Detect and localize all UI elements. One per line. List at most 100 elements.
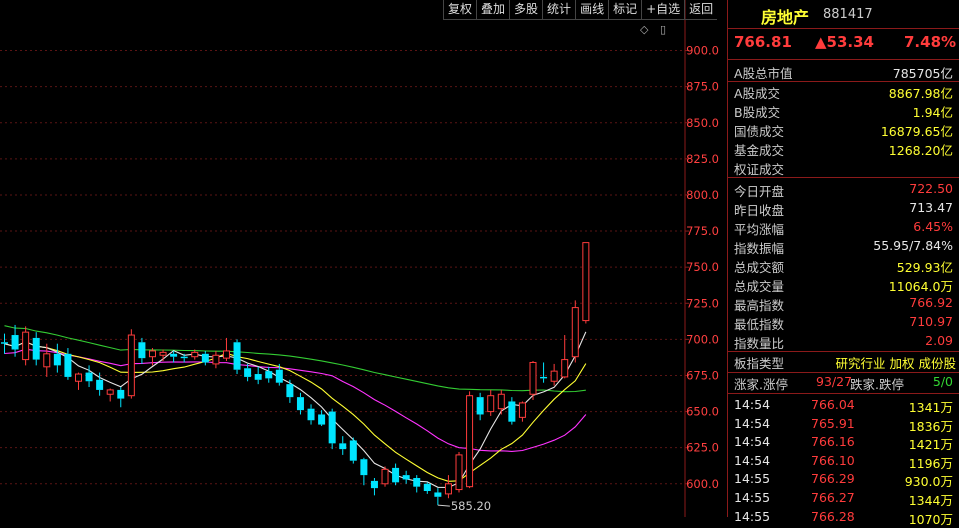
- decliners-label: 跌家.跌停: [850, 377, 904, 392]
- tick-volume: 1836万: [908, 418, 953, 434]
- candle: [296, 392, 304, 415]
- price-axis: 900.0 875.0 850.0 825.0 800.0 775.0 750.0 725.0…: [686, 44, 719, 491]
- stat-value: 722.50: [909, 181, 953, 196]
- candle: [233, 339, 241, 375]
- ma60-line: [4, 325, 586, 393]
- panel-toggle-icon[interactable]: ▯: [660, 23, 666, 36]
- tick-list: 14:54 766.04 1341万 14:54 765.91 1836万 14:54 7…: [728, 393, 959, 527]
- tick-row: 14:54 766.16 1421万: [728, 433, 959, 452]
- stat-value: 11064.0万: [888, 279, 953, 294]
- market-label: B股成交: [734, 105, 781, 120]
- statistics-button[interactable]: 统计: [542, 0, 576, 20]
- candle: [254, 366, 262, 385]
- market-row: 国债成交 16879.65亿: [728, 120, 959, 139]
- candle: [201, 350, 209, 366]
- tick-row: 14:54 766.10 1196万: [728, 452, 959, 471]
- candle: [370, 478, 378, 496]
- stock-header: 房地产 881417: [728, 0, 959, 28]
- candle: [318, 410, 326, 427]
- restore-rights-button[interactable]: 复权: [443, 0, 477, 20]
- candle: [413, 475, 421, 493]
- market-label: 权证成交: [734, 162, 785, 177]
- y-tick-label: 850.0: [686, 116, 719, 130]
- index-stats-section: 今日开盘 722.50 昨日收盘 713.47 平均涨幅 6.45% 指数振幅 55.9…: [728, 177, 959, 351]
- tick-time: 14:55: [734, 489, 771, 505]
- candle: [85, 365, 93, 388]
- candle: [392, 463, 400, 486]
- draw-line-button[interactable]: 画线: [575, 0, 609, 20]
- add-watchlist-button[interactable]: +自选: [641, 0, 685, 20]
- stat-row: 指数量比 2.09: [728, 332, 959, 351]
- candle: [53, 343, 61, 373]
- diamond-icon[interactable]: ◇: [640, 23, 648, 36]
- tick-price: 766.10: [811, 452, 855, 468]
- y-tick-label: 800.0: [686, 188, 719, 202]
- board-type-value[interactable]: 研究行业 加权 成份股: [836, 353, 956, 372]
- tick-price: 766.29: [811, 471, 855, 487]
- candle: [466, 391, 474, 489]
- candlestick-chart[interactable]: 900.0 875.0 850.0 825.0 800.0 775.0 750.0 725.0…: [0, 0, 727, 517]
- candle: [508, 397, 516, 425]
- candle: [138, 337, 146, 364]
- mark-button[interactable]: 标记: [608, 0, 642, 20]
- candle: [434, 488, 442, 506]
- y-tick-label: 700.0: [686, 332, 719, 346]
- candle: [497, 389, 505, 415]
- stat-value: 710.97: [909, 314, 953, 329]
- market-row: 基金成交 1268.20亿: [728, 139, 959, 158]
- price-change-pct: 7.48%: [904, 33, 957, 51]
- market-value: 16879.65亿: [880, 124, 953, 139]
- y-tick-label: 675.0: [686, 368, 719, 382]
- y-tick-label: 750.0: [686, 260, 719, 274]
- stat-row: 今日开盘 722.50: [728, 180, 959, 199]
- y-tick-label: 725.0: [686, 296, 719, 310]
- stat-label: 平均涨幅: [734, 222, 785, 237]
- stat-label: 最低指数: [734, 317, 785, 332]
- stat-value: 6.45%: [913, 219, 953, 234]
- y-tick-label: 875.0: [686, 80, 719, 94]
- stat-label: 指数振幅: [734, 241, 785, 256]
- tick-volume: 1341万: [908, 400, 953, 415]
- tick-price: 766.04: [811, 397, 855, 412]
- stat-row: 总成交额 529.93亿: [728, 256, 959, 275]
- current-price: 766.81: [734, 33, 792, 51]
- candle: [381, 466, 389, 487]
- market-label: 国债成交: [734, 124, 785, 139]
- market-row: B股成交 1.94亿: [728, 101, 959, 120]
- chart-toolbar: 复权 叠加 多股 统计 画线 标记 +自选 返回: [443, 0, 718, 20]
- stat-value: 713.47: [909, 200, 953, 215]
- min-price-marker: 585.20: [437, 499, 491, 513]
- decliners-value: 5/0: [932, 374, 953, 389]
- candle: [561, 335, 569, 379]
- y-tick-label: 825.0: [686, 152, 719, 166]
- stock-name: 房地产: [761, 8, 810, 27]
- tick-volume: 1421万: [908, 437, 953, 453]
- candle: [540, 362, 548, 383]
- overlay-button[interactable]: 叠加: [476, 0, 510, 20]
- candle: [402, 470, 410, 484]
- candle: [582, 242, 590, 324]
- tick-time: 14:54: [734, 452, 771, 468]
- y-tick-label: 600.0: [686, 477, 719, 491]
- candle: [307, 404, 315, 425]
- market-row: A股总市值 785705亿: [728, 62, 959, 81]
- quote-panel: 房地产 881417 766.81 ▲53.34 7.48% A股总市值 7857…: [727, 0, 959, 527]
- board-type-row: 板指类型 研究行业 加权 成份股: [728, 351, 959, 372]
- tick-price: 766.27: [811, 489, 855, 505]
- tick-time: 14:54: [734, 434, 771, 450]
- y-tick-label: 900.0: [686, 44, 719, 58]
- tick-price: 766.28: [811, 508, 855, 524]
- candle: [423, 482, 431, 494]
- candle: [455, 452, 463, 493]
- price-change: ▲53.34: [815, 33, 874, 51]
- back-button[interactable]: 返回: [684, 0, 718, 20]
- market-value: 785705亿: [892, 66, 953, 81]
- multi-stock-button[interactable]: 多股: [509, 0, 543, 20]
- candle: [117, 387, 125, 408]
- stat-row: 总成交量 11064.0万: [728, 275, 959, 294]
- tick-time: 14:54: [734, 397, 771, 412]
- ma5-line: [4, 331, 587, 489]
- market-label: A股总市值: [734, 66, 793, 81]
- stat-row: 最低指数 710.97: [728, 313, 959, 332]
- stat-label: 总成交量: [734, 279, 785, 294]
